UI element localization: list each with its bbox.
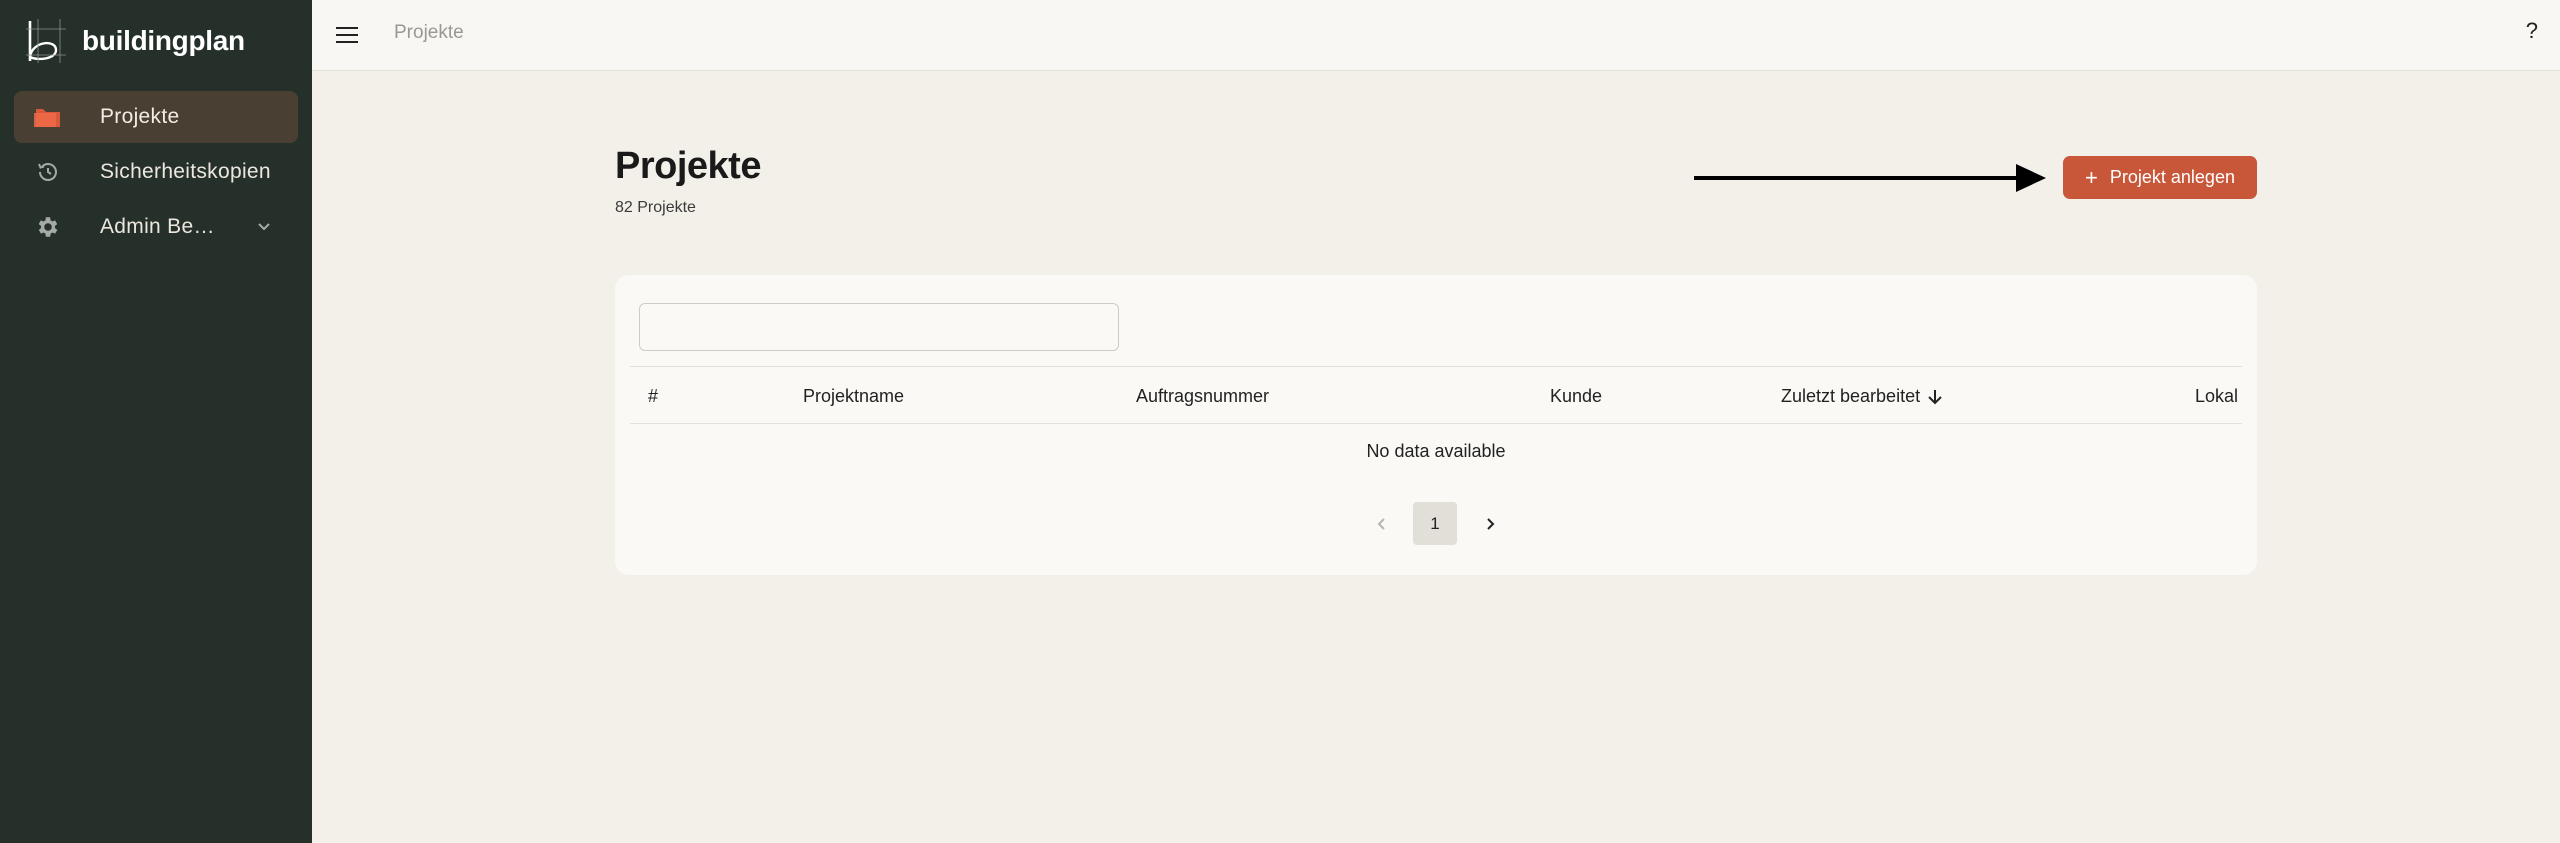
topbar: Projekte ? <box>312 0 2560 71</box>
column-header-kunde[interactable]: Kunde <box>1550 386 1602 407</box>
column-header-label: Zuletzt bearbeitet <box>1781 386 1921 406</box>
buildingplan-logo-icon <box>26 19 66 63</box>
column-header-projektname[interactable]: Projektname <box>803 386 904 407</box>
search-input[interactable] <box>639 303 1119 351</box>
help-button[interactable]: ? <box>2526 18 2538 44</box>
column-header-zuletzt-bearbeitet[interactable]: Zuletzt bearbeitet <box>1781 386 1944 407</box>
brand-name: buildingplan <box>82 25 245 56</box>
table-header: # Projektname Auftragsnummer Kunde Zulet… <box>630 366 2242 424</box>
create-project-button[interactable]: + Projekt anlegen <box>2063 156 2257 199</box>
sidebar: buildingplan Projekte Sicherheitskopien <box>0 0 312 843</box>
chevron-right-icon <box>1487 518 1495 530</box>
column-header-auftragsnummer[interactable]: Auftragsnummer <box>1136 386 1269 407</box>
brand[interactable]: buildingplan <box>26 18 245 64</box>
pagination-prev-button[interactable] <box>1367 509 1397 539</box>
projects-table-card: # Projektname Auftragsnummer Kunde Zulet… <box>615 275 2257 575</box>
project-count: 82 Projekte <box>615 199 696 216</box>
folder-icon <box>34 103 62 131</box>
gear-icon <box>34 213 62 241</box>
chevron-down-icon <box>258 223 270 231</box>
app-root: buildingplan Projekte Sicherheitskopien <box>0 0 2560 843</box>
create-project-label: Projekt anlegen <box>2109 167 2235 187</box>
column-header-lokal[interactable]: Lokal <box>2195 386 2238 407</box>
sidebar-item-label: Sicherheitskopien <box>100 160 271 183</box>
sidebar-item-admin[interactable]: Admin Be… <box>14 201 298 253</box>
sidebar-item-label: Admin Be… <box>100 215 215 238</box>
sidebar-item-sicherheitskopien[interactable]: Sicherheitskopien <box>14 146 298 198</box>
sidebar-item-projekte[interactable]: Projekte <box>14 91 298 143</box>
plus-icon: + <box>2085 164 2098 190</box>
arrow-down-sort-icon <box>1928 389 1942 404</box>
empty-state-message: No data available <box>1366 441 1506 461</box>
hamburger-icon <box>336 27 358 43</box>
page-title: Projekte <box>615 145 761 187</box>
history-icon <box>34 158 62 186</box>
sidebar-item-label: Projekte <box>100 105 180 128</box>
menu-toggle-button[interactable] <box>332 20 362 50</box>
arrow-annotation-icon <box>1694 164 2046 192</box>
pagination-page-button[interactable]: 1 <box>1413 502 1457 545</box>
pagination-next-button[interactable] <box>1475 509 1505 539</box>
column-header-number[interactable]: # <box>648 386 658 407</box>
chevron-left-icon <box>1377 518 1385 530</box>
breadcrumb: Projekte <box>394 22 464 43</box>
